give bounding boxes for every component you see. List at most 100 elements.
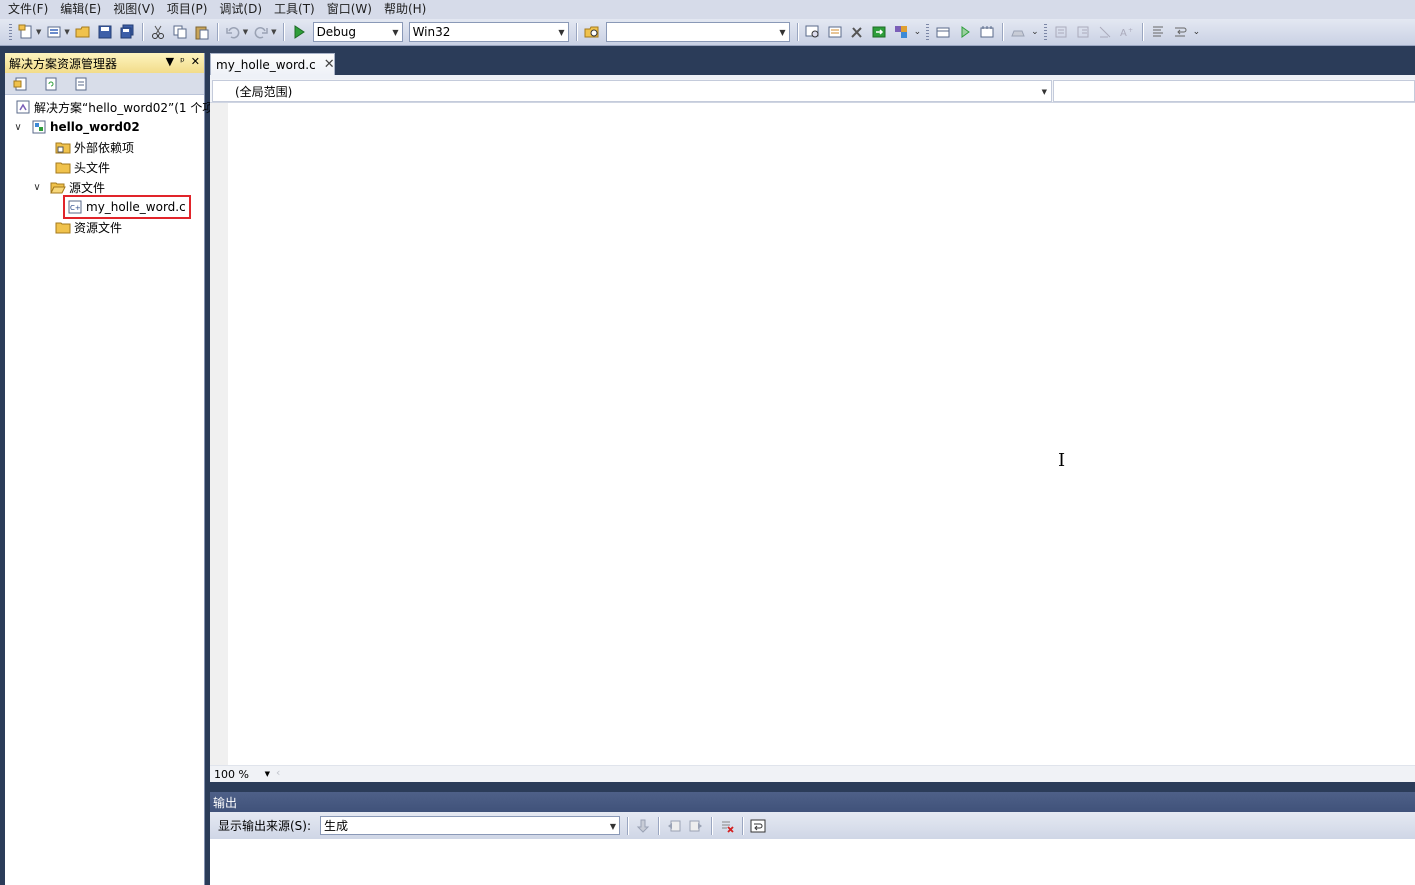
folder-icon — [55, 159, 71, 175]
add-item-icon[interactable] — [44, 22, 64, 42]
menu-edit[interactable]: 编辑(E) — [54, 1, 107, 18]
paste-icon[interactable] — [192, 22, 212, 42]
undo-icon[interactable] — [223, 22, 243, 42]
tree-node-project[interactable]: ∨ hello_word02 — [11, 117, 140, 137]
zoom-select[interactable]: 100 % ▼ — [212, 767, 272, 782]
toolbar-overflow-icon[interactable]: ⌄ — [914, 27, 922, 37]
output-source-select[interactable]: 生成 ▼ — [320, 816, 621, 835]
menu-tools[interactable]: 工具(T) — [268, 1, 321, 18]
tree-node-resource-files[interactable]: 资源文件 — [55, 217, 122, 237]
properties-icon[interactable] — [72, 75, 90, 93]
close-tab-icon[interactable]: ✕ — [324, 57, 335, 72]
output-source-label: 显示输出来源(S): — [218, 819, 312, 833]
menu-view[interactable]: 视图(V) — [107, 1, 161, 18]
folder-icon — [55, 219, 71, 235]
rebuild-icon[interactable] — [977, 22, 997, 42]
menu-project[interactable]: 项目(P) — [161, 1, 214, 18]
solution-explorer-title: 解决方案资源管理器 — [9, 56, 118, 71]
show-all-files-icon[interactable] — [12, 75, 30, 93]
tree-node-source-file-selected[interactable]: C+ my_holle_word.c — [63, 195, 191, 219]
output-toolbar: 显示输出来源(S): 生成 ▼ — [210, 812, 1415, 839]
close-icon[interactable]: ✕ — [191, 55, 200, 68]
scope-select[interactable]: (全局范围) ▼ — [212, 80, 1052, 102]
find-combo[interactable]: ▼ — [605, 22, 790, 42]
new-project-icon[interactable] — [16, 22, 36, 42]
find-in-files-icon[interactable] — [582, 22, 602, 42]
find-icon[interactable] — [803, 22, 823, 42]
navigation-bar: (全局范围) ▼ — [210, 79, 1415, 103]
deploy-icon[interactable] — [1008, 22, 1028, 42]
chevron-down-icon: ▼ — [779, 28, 786, 37]
toolbar-overflow-icon[interactable]: ⌄ — [1193, 27, 1201, 37]
class-view-icon[interactable] — [891, 22, 911, 42]
go-to-message-icon[interactable] — [633, 816, 653, 836]
pin-icon[interactable]: ᵖ — [180, 55, 185, 68]
tree-node-header-files[interactable]: 头文件 — [55, 157, 110, 177]
word-wrap-icon[interactable] — [748, 816, 768, 836]
outdent-icon[interactable] — [1051, 22, 1071, 42]
member-select[interactable] — [1053, 80, 1415, 102]
save-all-icon[interactable] — [117, 22, 137, 42]
menu-window[interactable]: 窗口(W) — [321, 1, 378, 18]
chevron-down-icon[interactable]: ∨ — [11, 122, 25, 133]
tools-icon[interactable] — [847, 22, 867, 42]
save-icon[interactable] — [95, 22, 115, 42]
add-item-dropdown-icon[interactable]: ▼ — [64, 28, 69, 36]
project-label: hello_word02 — [50, 120, 140, 134]
toolbox-icon[interactable] — [869, 22, 889, 42]
editor-status-strip: 100 % ▼ ‹ — [210, 765, 1415, 782]
previous-message-icon[interactable] — [664, 816, 684, 836]
copy-icon[interactable] — [170, 22, 190, 42]
output-text-area[interactable] — [210, 839, 1415, 885]
external-dependencies-label: 外部依赖项 — [74, 140, 135, 155]
redo-dropdown-icon[interactable]: ▼ — [271, 28, 276, 36]
open-folder-icon[interactable] — [73, 22, 93, 42]
menu-debug[interactable]: 调试(D) — [213, 1, 268, 18]
tab-my-holle-word[interactable]: my_holle_word.c ✕ — [210, 53, 335, 75]
pane-splitter[interactable] — [210, 782, 1415, 792]
output-pane-header: 输出 — [210, 792, 1415, 812]
toolbar-grip[interactable] — [9, 23, 12, 41]
window-position-dropdown-icon[interactable]: ▼ — [166, 55, 174, 68]
font-size-icon[interactable]: A + — [1117, 22, 1137, 42]
c-file-icon: C+ — [67, 199, 83, 215]
cut-icon[interactable] — [148, 22, 168, 42]
clear-all-icon[interactable] — [717, 816, 737, 836]
project-icon — [31, 119, 47, 135]
toolbar-grip[interactable] — [926, 23, 930, 41]
tree-node-solution[interactable]: 解决方案“hello_word02”(1 个项 — [15, 97, 214, 117]
toolbar-grip[interactable] — [1043, 23, 1047, 41]
toolbar-separator — [575, 23, 577, 41]
build-icon[interactable] — [933, 22, 953, 42]
configuration-select[interactable]: Debug ▼ — [312, 22, 403, 42]
align-left-icon[interactable] — [1148, 22, 1168, 42]
redo-icon[interactable] — [251, 22, 271, 42]
comment-icon[interactable] — [1095, 22, 1115, 42]
next-message-icon[interactable] — [686, 816, 706, 836]
wrap-icon[interactable] — [1170, 22, 1190, 42]
tree-node-external-dependencies[interactable]: 外部依赖项 — [55, 137, 134, 157]
run-icon[interactable] — [955, 22, 975, 42]
header-files-label: 头文件 — [74, 160, 111, 175]
platform-select[interactable]: Win32 ▼ — [408, 22, 569, 42]
solution-tree: 解决方案“hello_word02”(1 个项 ∨ hello_word02 外… — [5, 95, 214, 235]
code-editor[interactable]: I — [210, 103, 1415, 765]
properties-icon[interactable] — [825, 22, 845, 42]
resource-files-label: 资源文件 — [74, 220, 123, 235]
indent-icon[interactable] — [1073, 22, 1093, 42]
menu-bar: 文件(F) 编辑(E) 视图(V) 项目(P) 调试(D) 工具(T) 窗口(W… — [0, 0, 1415, 19]
menu-file[interactable]: 文件(F) — [2, 1, 54, 18]
tree-node-source-files[interactable]: ∨ 源文件 — [30, 177, 105, 197]
toolbar-separator — [711, 816, 713, 835]
scroll-left-icon[interactable]: ‹ — [276, 766, 280, 779]
refresh-icon[interactable] — [42, 75, 60, 93]
tab-label: my_holle_word.c — [216, 57, 316, 72]
undo-dropdown-icon[interactable]: ▼ — [243, 28, 248, 36]
text-cursor-icon: I — [1058, 450, 1066, 471]
toolbar-overflow-icon[interactable]: ⌄ — [1031, 27, 1039, 37]
menu-help[interactable]: 帮助(H) — [378, 1, 432, 18]
start-debugging-icon[interactable] — [289, 22, 309, 42]
solution-explorer-header: 解决方案资源管理器 ▼ ᵖ ✕ — [5, 53, 204, 73]
chevron-down-icon[interactable]: ∨ — [30, 182, 44, 193]
new-project-dropdown-icon[interactable]: ▼ — [36, 28, 41, 36]
